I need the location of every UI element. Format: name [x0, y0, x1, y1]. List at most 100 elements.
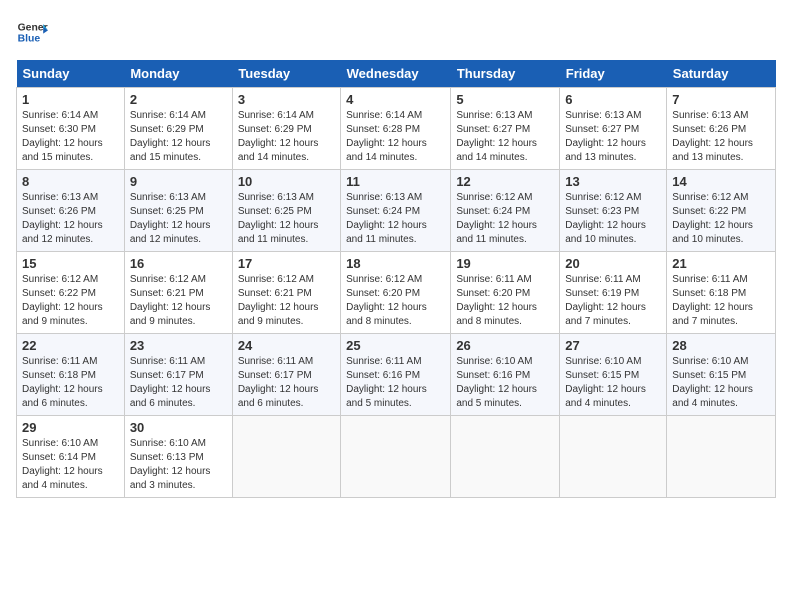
- day-info: Sunrise: 6:12 AM Sunset: 6:22 PM Dayligh…: [22, 273, 119, 329]
- weekday-header-saturday: Saturday: [667, 60, 776, 88]
- day-number: 7: [672, 92, 770, 107]
- day-info: Sunrise: 6:14 AM Sunset: 6:30 PM Dayligh…: [22, 109, 119, 165]
- day-number: 10: [238, 174, 335, 189]
- day-number: 19: [456, 256, 554, 271]
- weekday-header-friday: Friday: [560, 60, 667, 88]
- calendar-cell: 15Sunrise: 6:12 AM Sunset: 6:22 PM Dayli…: [17, 252, 125, 334]
- calendar-cell: 23Sunrise: 6:11 AM Sunset: 6:17 PM Dayli…: [124, 334, 232, 416]
- calendar-cell: 12 Sunrise: 6:12 AM Sunset: 6:24 PM Dayli…: [451, 170, 560, 252]
- day-info: Sunrise: 6:13 AM Sunset: 6:26 PM Dayligh…: [672, 109, 770, 165]
- day-number: 11: [346, 174, 445, 189]
- day-number: 29: [22, 420, 119, 435]
- calendar-cell: 18Sunrise: 6:12 AM Sunset: 6:20 PM Dayli…: [341, 252, 451, 334]
- day-number: 9: [130, 174, 227, 189]
- day-number: 13: [565, 174, 661, 189]
- day-number: 16: [130, 256, 227, 271]
- day-number: 24: [238, 338, 335, 353]
- day-number: 17: [238, 256, 335, 271]
- day-info: Sunrise: 6:13 AM Sunset: 6:27 PM Dayligh…: [565, 109, 661, 165]
- calendar-cell: 22 Sunrise: 6:11 AM Sunset: 6:18 PM Dayli…: [17, 334, 125, 416]
- day-number: 4: [346, 92, 445, 107]
- day-number: 12: [456, 174, 554, 189]
- calendar-table: SundayMondayTuesdayWednesdayThursdayFrid…: [16, 60, 776, 498]
- day-number: 1: [22, 92, 119, 107]
- day-info: Sunrise: 6:12 AM Sunset: 6:21 PM Dayligh…: [238, 273, 335, 329]
- calendar-cell: 19 Sunrise: 6:11 AM Sunset: 6:20 PM Dayli…: [451, 252, 560, 334]
- day-info: Sunrise: 6:14 AM Sunset: 6:29 PM Dayligh…: [130, 109, 227, 165]
- calendar-cell: 10 Sunrise: 6:13 AM Sunset: 6:25 PM Dayli…: [232, 170, 340, 252]
- svg-text:Blue: Blue: [18, 34, 41, 45]
- day-info: Sunrise: 6:12 AM Sunset: 6:22 PM Dayligh…: [672, 191, 770, 247]
- calendar-week-row: 22 Sunrise: 6:11 AM Sunset: 6:18 PM Dayli…: [17, 334, 776, 416]
- calendar-cell: 6 Sunrise: 6:13 AM Sunset: 6:27 PM Daylig…: [560, 88, 667, 170]
- calendar-cell: 17 Sunrise: 6:12 AM Sunset: 6:21 PM Dayli…: [232, 252, 340, 334]
- day-info: Sunrise: 6:14 AM Sunset: 6:28 PM Dayligh…: [346, 109, 445, 165]
- day-info: Sunrise: 6:13 AM Sunset: 6:27 PM Dayligh…: [456, 109, 554, 165]
- calendar-cell: [341, 416, 451, 498]
- day-info: Sunrise: 6:12 AM Sunset: 6:21 PM Dayligh…: [130, 273, 227, 329]
- calendar-cell: 21Sunrise: 6:11 AM Sunset: 6:18 PM Dayli…: [667, 252, 776, 334]
- calendar-cell: 26 Sunrise: 6:10 AM Sunset: 6:16 PM Dayli…: [451, 334, 560, 416]
- day-number: 14: [672, 174, 770, 189]
- calendar-cell: 27 Sunrise: 6:10 AM Sunset: 6:15 PM Dayli…: [560, 334, 667, 416]
- calendar-cell: 3 Sunrise: 6:14 AM Sunset: 6:29 PM Daylig…: [232, 88, 340, 170]
- day-info: Sunrise: 6:13 AM Sunset: 6:25 PM Dayligh…: [238, 191, 335, 247]
- calendar-cell: 20 Sunrise: 6:11 AM Sunset: 6:19 PM Dayli…: [560, 252, 667, 334]
- calendar-cell: 1 Sunrise: 6:14 AM Sunset: 6:30 PM Daylig…: [17, 88, 125, 170]
- calendar-cell: 28Sunrise: 6:10 AM Sunset: 6:15 PM Dayli…: [667, 334, 776, 416]
- day-number: 22: [22, 338, 119, 353]
- calendar-cell: [560, 416, 667, 498]
- calendar-cell: 29 Sunrise: 6:10 AM Sunset: 6:14 PM Dayli…: [17, 416, 125, 498]
- day-info: Sunrise: 6:10 AM Sunset: 6:16 PM Dayligh…: [456, 355, 554, 411]
- day-number: 23: [130, 338, 227, 353]
- day-info: Sunrise: 6:13 AM Sunset: 6:26 PM Dayligh…: [22, 191, 119, 247]
- calendar-cell: 30 Sunrise: 6:10 AM Sunset: 6:13 PM Dayli…: [124, 416, 232, 498]
- day-info: Sunrise: 6:11 AM Sunset: 6:18 PM Dayligh…: [22, 355, 119, 411]
- day-number: 26: [456, 338, 554, 353]
- day-number: 3: [238, 92, 335, 107]
- weekday-header-row: SundayMondayTuesdayWednesdayThursdayFrid…: [17, 60, 776, 88]
- weekday-header-wednesday: Wednesday: [341, 60, 451, 88]
- calendar-week-row: 8 Sunrise: 6:13 AM Sunset: 6:26 PM Daylig…: [17, 170, 776, 252]
- weekday-header-thursday: Thursday: [451, 60, 560, 88]
- day-number: 20: [565, 256, 661, 271]
- calendar-cell: 7 Sunrise: 6:13 AM Sunset: 6:26 PM Daylig…: [667, 88, 776, 170]
- day-info: Sunrise: 6:12 AM Sunset: 6:23 PM Dayligh…: [565, 191, 661, 247]
- day-info: Sunrise: 6:10 AM Sunset: 6:15 PM Dayligh…: [565, 355, 661, 411]
- page-header: General Blue: [16, 16, 776, 48]
- day-number: 2: [130, 92, 227, 107]
- calendar-cell: 25Sunrise: 6:11 AM Sunset: 6:16 PM Dayli…: [341, 334, 451, 416]
- calendar-week-row: 29 Sunrise: 6:10 AM Sunset: 6:14 PM Dayli…: [17, 416, 776, 498]
- calendar-cell: 8 Sunrise: 6:13 AM Sunset: 6:26 PM Daylig…: [17, 170, 125, 252]
- day-number: 6: [565, 92, 661, 107]
- calendar-cell: 14 Sunrise: 6:12 AM Sunset: 6:22 PM Dayli…: [667, 170, 776, 252]
- day-info: Sunrise: 6:11 AM Sunset: 6:17 PM Dayligh…: [238, 355, 335, 411]
- day-number: 27: [565, 338, 661, 353]
- calendar-cell: 16 Sunrise: 6:12 AM Sunset: 6:21 PM Dayli…: [124, 252, 232, 334]
- logo-icon: General Blue: [16, 16, 48, 48]
- weekday-header-monday: Monday: [124, 60, 232, 88]
- day-number: 28: [672, 338, 770, 353]
- calendar-cell: 5 Sunrise: 6:13 AM Sunset: 6:27 PM Daylig…: [451, 88, 560, 170]
- day-info: Sunrise: 6:10 AM Sunset: 6:13 PM Dayligh…: [130, 437, 227, 493]
- day-info: Sunrise: 6:13 AM Sunset: 6:25 PM Dayligh…: [130, 191, 227, 247]
- day-info: Sunrise: 6:10 AM Sunset: 6:14 PM Dayligh…: [22, 437, 119, 493]
- day-info: Sunrise: 6:12 AM Sunset: 6:24 PM Dayligh…: [456, 191, 554, 247]
- day-info: Sunrise: 6:11 AM Sunset: 6:20 PM Dayligh…: [456, 273, 554, 329]
- calendar-cell: [667, 416, 776, 498]
- calendar-cell: 11Sunrise: 6:13 AM Sunset: 6:24 PM Dayli…: [341, 170, 451, 252]
- calendar-cell: [232, 416, 340, 498]
- day-number: 30: [130, 420, 227, 435]
- day-info: Sunrise: 6:14 AM Sunset: 6:29 PM Dayligh…: [238, 109, 335, 165]
- day-number: 8: [22, 174, 119, 189]
- day-number: 21: [672, 256, 770, 271]
- calendar-cell: 24 Sunrise: 6:11 AM Sunset: 6:17 PM Dayli…: [232, 334, 340, 416]
- calendar-cell: [451, 416, 560, 498]
- calendar-week-row: 1 Sunrise: 6:14 AM Sunset: 6:30 PM Daylig…: [17, 88, 776, 170]
- calendar-cell: 9 Sunrise: 6:13 AM Sunset: 6:25 PM Daylig…: [124, 170, 232, 252]
- day-info: Sunrise: 6:12 AM Sunset: 6:20 PM Dayligh…: [346, 273, 445, 329]
- day-info: Sunrise: 6:11 AM Sunset: 6:19 PM Dayligh…: [565, 273, 661, 329]
- day-number: 5: [456, 92, 554, 107]
- logo: General Blue: [16, 16, 48, 48]
- calendar-cell: 4 Sunrise: 6:14 AM Sunset: 6:28 PM Daylig…: [341, 88, 451, 170]
